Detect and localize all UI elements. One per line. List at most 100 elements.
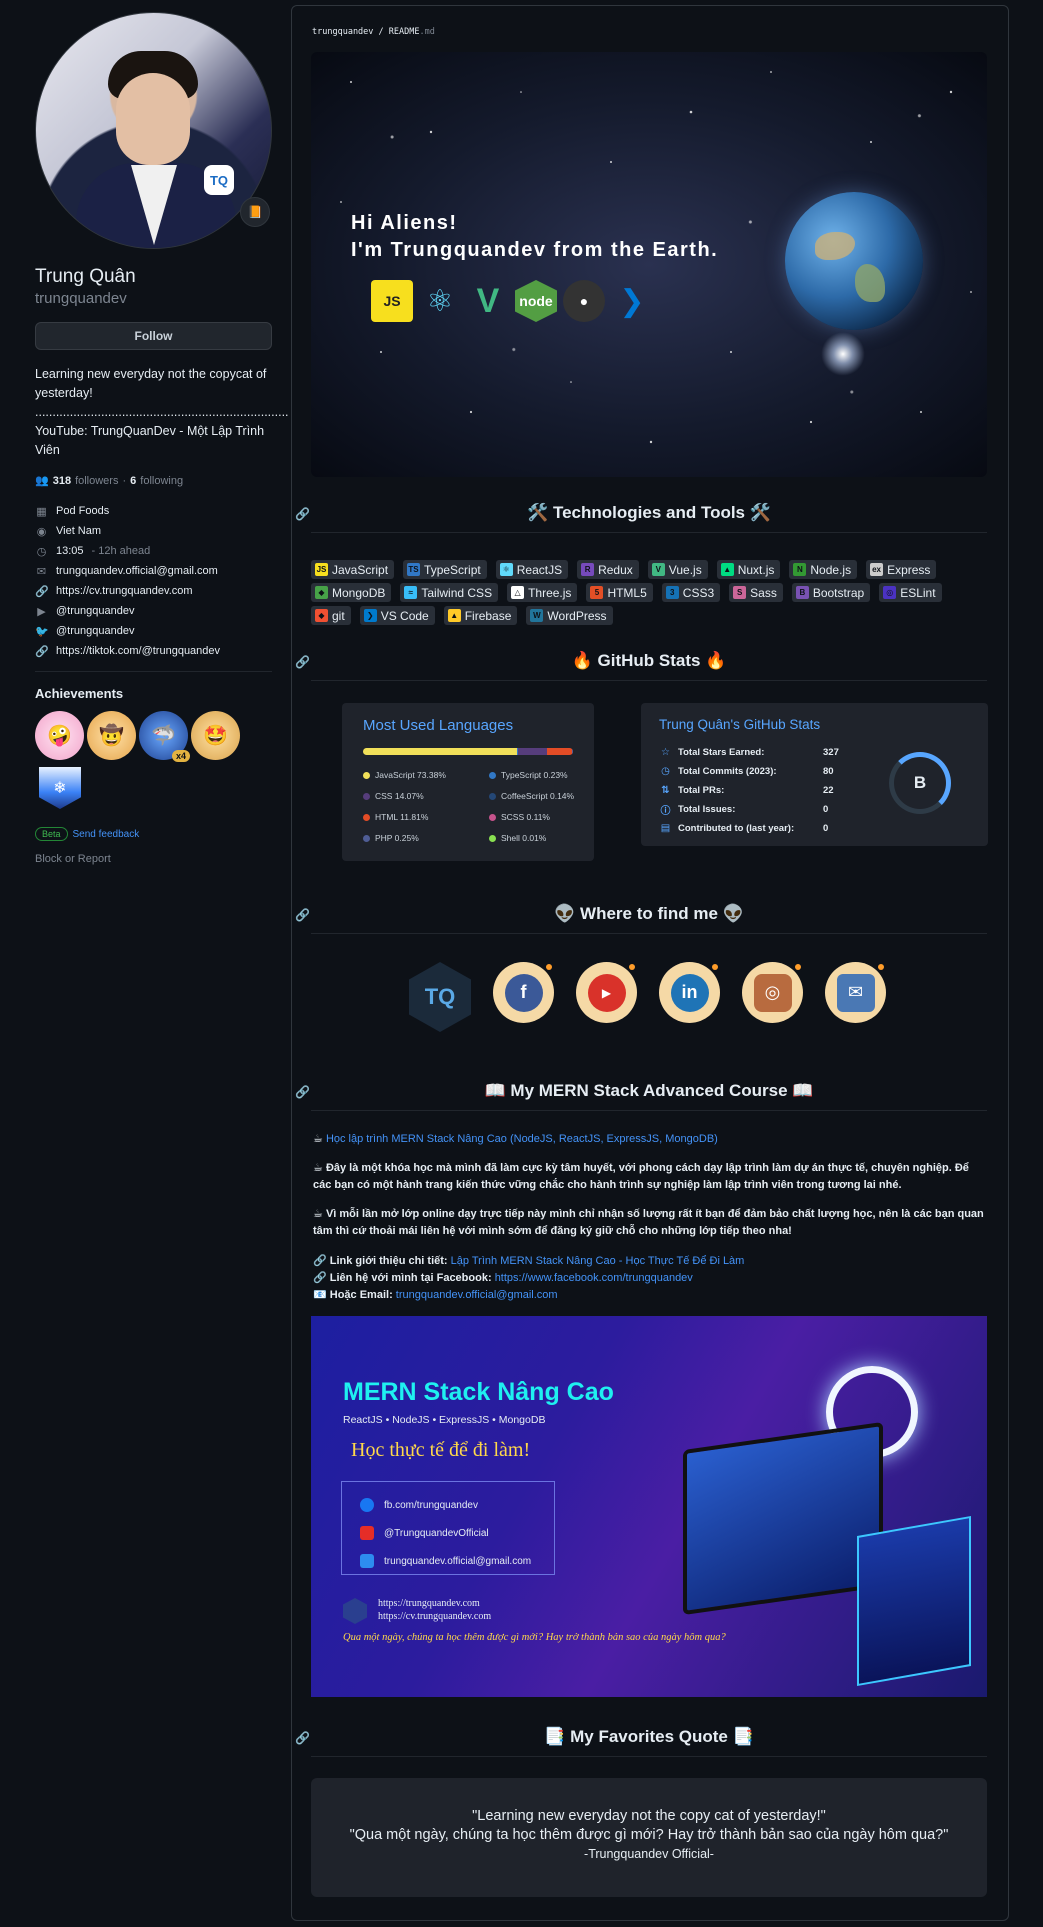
tech-tag-label: Firebase — [464, 608, 512, 623]
follow-stats: 👥 318 followers · 6 following — [35, 474, 184, 488]
tech-tag-icon: R — [581, 563, 595, 576]
banner-headline: Học thực tế để đi làm! — [351, 1439, 531, 1461]
anchor-link-icon[interactable]: 🔗 — [295, 507, 310, 521]
language-label: SCSS 0.11% — [501, 812, 550, 822]
follow-button[interactable]: Follow — [35, 322, 272, 350]
anchor-link-icon[interactable]: 🔗 — [295, 908, 310, 922]
tech-tag: 3 CSS3 — [661, 583, 721, 602]
profile-details: ▦ Pod Foods ◉ Viet Nam ◷ 13:05- 12h ahead ✉… — [35, 501, 272, 661]
yolo-badge-icon[interactable]: 🤪 — [35, 711, 84, 760]
course-link[interactable]: Học lập trình MERN Stack Nâng Cao (NodeJ… — [326, 1133, 718, 1145]
banner-contact-box: fb.com/trungquandev @TrungquandevOfficia… — [341, 1481, 555, 1575]
stats-icon: ◷ — [661, 766, 670, 777]
language-item: TypeScript 0.23% — [489, 769, 589, 781]
block-report-link[interactable]: Block or Report — [35, 853, 272, 865]
stats-row: ⓘ Total Issues: 0 — [659, 800, 839, 819]
language-label: PHP 0.25% — [375, 833, 419, 843]
followers-count[interactable]: 318 — [53, 475, 71, 487]
tech-tag-icon: S — [733, 586, 747, 599]
vscode-icon: ❯ — [619, 284, 645, 318]
javascript-icon: JS — [371, 280, 413, 322]
tech-tag-label: HTML5 — [607, 585, 647, 600]
twitter-icon: 🐦 — [35, 625, 49, 638]
tech-tag-icon: V — [651, 563, 665, 576]
tech-tag-label: Express — [887, 562, 931, 577]
tech-tag-icon: ◎ — [883, 586, 897, 599]
detail-youtube[interactable]: ▶ @trungquandev — [35, 601, 272, 621]
language-item: CSS 14.07% — [363, 790, 489, 802]
stats-value: 0 — [823, 823, 829, 834]
tech-tag-label: Three.js — [528, 585, 572, 600]
course-banner[interactable]: MERN Stack Nâng Cao ReactJS • NodeJS • E… — [311, 1316, 987, 1697]
section-stats: 🔗 🔥 GitHub Stats 🔥 — [292, 649, 1008, 681]
starstruck-badge-icon[interactable]: 🤩 — [191, 711, 240, 760]
course-intro-link[interactable]: Lập Trình MERN Stack Nâng Cao - Học Thực… — [451, 1255, 745, 1267]
quote-line2: "Qua một ngày, chúng ta học thêm được gì… — [349, 1827, 949, 1843]
language-label: HTML 11.81% — [375, 812, 429, 822]
readme-path-file[interactable]: README — [389, 27, 420, 37]
following-count[interactable]: 6 — [130, 475, 136, 487]
course-intro-line: 🔗 Link giới thiệu chi tiết: Lập Trình ME… — [313, 1255, 745, 1267]
email-link[interactable]: ✉ — [825, 962, 886, 1023]
tech-tag: B Bootstrap — [791, 583, 871, 602]
youtube-icon: ▶ — [37, 605, 46, 618]
tech-tag-label: JavaScript — [332, 562, 389, 577]
send-feedback-link[interactable]: Send feedback — [73, 829, 140, 840]
course-facebook-link[interactable]: https://www.facebook.com/trungquandev — [495, 1272, 693, 1284]
detail-twitter[interactable]: 🐦 @trungquandev — [35, 621, 272, 641]
course-facebook-line: 🔗 Liên hệ với mình tại Facebook: https:/… — [313, 1272, 693, 1284]
facebook-link[interactable]: f — [493, 962, 554, 1023]
building-icon: ▦ — [36, 505, 47, 518]
divider — [35, 671, 272, 672]
anchor-link-icon[interactable]: 🔗 — [295, 1731, 310, 1745]
language-bar-segment — [547, 748, 573, 755]
monitor-illustration — [683, 1421, 883, 1616]
youtube-icon — [360, 1526, 374, 1540]
stats-title: Trung Quân's GitHub Stats — [659, 717, 821, 732]
followers-label[interactable]: followers — [75, 475, 118, 487]
youtube-link[interactable]: ▶ — [576, 962, 637, 1023]
tech-tag: W WordPress — [526, 606, 613, 625]
quickdraw-badge-icon[interactable]: 🤠 — [87, 711, 136, 760]
profile-fullname: Trung Quân — [35, 266, 136, 287]
tech-tag-label: ESLint — [900, 585, 936, 600]
stats-value: 22 — [823, 785, 834, 796]
banner-subtitle: ReactJS • NodeJS • ExpressJS • MongoDB — [343, 1414, 546, 1426]
instagram-link[interactable]: ◎ — [742, 962, 803, 1023]
language-label: CoffeeScript 0.14% — [501, 791, 575, 801]
language-bar-segment — [363, 748, 518, 755]
avatar[interactable]: TQ — [35, 12, 272, 249]
course-email-link[interactable]: trungquandev.official@gmail.com — [396, 1289, 558, 1301]
quote-line1: "Learning new everyday not the copy cat … — [472, 1808, 826, 1824]
stats-rows: ☆ Total Stars Earned: 327 ◷ Total Commits (2… — [659, 743, 839, 838]
section-tech-title: 🛠️ Technologies and Tools 🛠️ — [527, 503, 771, 522]
trungquandev-logo-icon[interactable]: TQ — [409, 962, 471, 1032]
detail-tiktok[interactable]: 🔗 https://tiktok.com/@trungquandev — [35, 641, 272, 661]
tech-tag: ⚛ ReactJS — [495, 560, 569, 579]
pull-shark-badge-icon[interactable]: 🦈 x4 — [139, 711, 190, 762]
tech-tag-label: VS Code — [380, 608, 429, 623]
tech-tag: ▲ Nuxt.js — [716, 560, 781, 579]
youtube-icon: ▶ — [587, 973, 626, 1012]
anchor-link-icon[interactable]: 🔗 — [295, 655, 310, 669]
arctic-vault-badge-icon[interactable]: ❄ — [39, 767, 81, 809]
course-paragraph-2: ☕ Vì mỗi lần mở lớp online dạy trực tiếp… — [313, 1208, 984, 1237]
tech-tag-icon: ▲ — [720, 563, 734, 576]
stats-value: 0 — [823, 804, 829, 815]
readme-path-user[interactable]: trungquandev — [312, 27, 373, 37]
trungquandev-logo-icon — [343, 1598, 367, 1624]
linkedin-link[interactable]: in — [659, 962, 720, 1023]
languages-card: Most Used Languages JavaScript 73.38% Typ… — [342, 703, 594, 861]
language-item: SCSS 0.11% — [489, 811, 589, 823]
anchor-link-icon[interactable]: 🔗 — [295, 1085, 310, 1099]
following-label[interactable]: following — [140, 475, 183, 487]
detail-email[interactable]: ✉ trungquandev.official@gmail.com — [35, 561, 272, 581]
detail-time: ◷ 13:05- 12h ahead — [36, 545, 151, 558]
course-email-line: 📧 Hoặc Email: trungquandev.official@gmai… — [313, 1289, 558, 1301]
section-course-title: 📖 My MERN Stack Advanced Course 📖 — [484, 1081, 814, 1100]
section-stats-title: 🔥 GitHub Stats 🔥 — [571, 651, 727, 670]
detail-website[interactable]: 🔗 https://cv.trungquandev.com — [35, 581, 272, 601]
status-emoji-icon[interactable]: 📙 — [240, 197, 270, 227]
tech-tag-icon: ◆ — [315, 586, 328, 599]
tech-tag-label: Sass — [750, 585, 777, 600]
